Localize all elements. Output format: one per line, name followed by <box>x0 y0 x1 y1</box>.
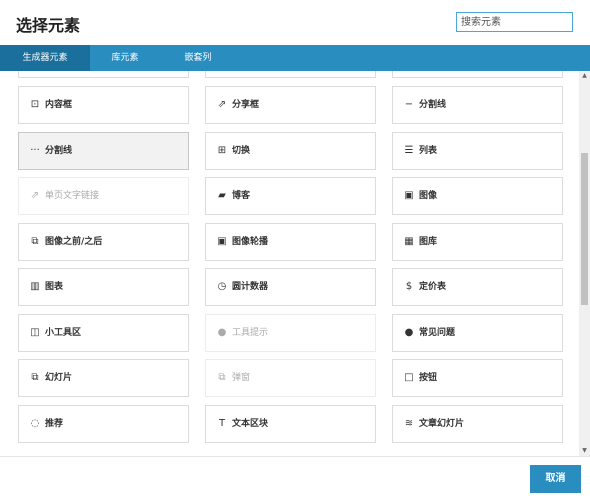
element-label: 文本区块 <box>232 418 269 429</box>
carousel-icon: ▣ <box>217 235 227 247</box>
toggle-icon: ⊞ <box>217 144 227 156</box>
element-label: 定价表 <box>419 282 447 292</box>
scrollbar-thumb[interactable] <box>581 153 588 305</box>
element-card[interactable]: ⇗ 分享框 <box>205 86 376 124</box>
box-icon: ⊡ <box>30 99 40 110</box>
modal-icon: ⧉ <box>218 372 226 383</box>
element-card: ⇗ 单页文字链接 <box>18 177 189 215</box>
element-card[interactable]: ▰ 博客 <box>205 177 376 215</box>
info-circle-icon: ● <box>404 326 414 338</box>
element-card[interactable]: ▣ 图像 <box>392 177 563 215</box>
element-label: 圆计数器 <box>232 282 269 292</box>
partial-card <box>18 71 189 78</box>
element-label: 按钮 <box>419 373 438 383</box>
chart-icon: ▥ <box>30 281 40 292</box>
dialog-title: 选择元素 <box>16 16 81 35</box>
partial-card <box>392 71 563 78</box>
element-grid: ⊡ 内容框 ⇗ 分享框 − 分割线 ··· 分割线 ⊞ 切换 ☰ 列表 ⇗ 单页文字链接 ▰ 博客 ▣ 图像 ⧉ 图像… <box>0 71 590 456</box>
element-card[interactable]: ▥ 图表 <box>18 268 189 306</box>
element-card[interactable]: ◌ 推荐 <box>18 404 189 443</box>
dollar-icon: $ <box>405 281 413 292</box>
element-label: 常见问题 <box>419 327 456 338</box>
search-input[interactable] <box>456 12 573 32</box>
layers-icon: ≋ <box>404 417 414 429</box>
element-card[interactable]: ⊞ 切换 <box>205 131 376 170</box>
element-card[interactable]: ● 常见问题 <box>392 313 563 352</box>
element-label: 分割线 <box>45 145 73 156</box>
element-label: 图库 <box>419 236 438 247</box>
element-label: 文章幻灯片 <box>419 418 465 429</box>
image-icon: ▣ <box>404 190 414 201</box>
element-label: 分割线 <box>419 100 447 110</box>
element-label: 单页文字链接 <box>45 191 100 201</box>
clock-icon: ◷ <box>217 281 227 292</box>
element-card: ⧉ 弹窗 <box>205 359 376 397</box>
share-icon: ⇗ <box>217 99 227 110</box>
element-card: ● 工具提示 <box>205 313 376 352</box>
element-card[interactable]: ⊡ 内容框 <box>18 86 189 124</box>
scroll-down-arrow-icon[interactable]: ▼ <box>579 446 590 456</box>
tab-builder-elements[interactable]: 生成器元素 <box>0 45 90 71</box>
element-label: 图像之前/之后 <box>45 236 103 247</box>
book-icon: ▰ <box>218 190 226 201</box>
tab-library-elements[interactable]: 库元素 <box>90 45 160 71</box>
dots-icon: ··· <box>30 144 40 156</box>
scroll-up-arrow-icon[interactable]: ▲ <box>579 71 590 81</box>
cancel-button[interactable]: 取消 <box>530 465 581 493</box>
element-label: 分享框 <box>232 100 260 110</box>
element-label: 幻灯片 <box>45 373 73 383</box>
list-icon: ☰ <box>404 144 414 156</box>
element-card[interactable]: ⧉ 幻灯片 <box>18 359 189 397</box>
element-label: 工具提示 <box>232 327 269 338</box>
element-card[interactable]: ◫ 小工具区 <box>18 313 189 352</box>
gallery-icon: ▦ <box>404 235 414 247</box>
element-label: 博客 <box>232 191 251 201</box>
tab-bar: 生成器元素 库元素 嵌套列 <box>0 45 590 71</box>
element-label: 推荐 <box>45 418 64 429</box>
element-card[interactable]: − 分割线 <box>392 86 563 124</box>
slides-icon: ⧉ <box>31 372 39 383</box>
dialog-header: 选择元素 <box>0 0 590 45</box>
button-icon: □ <box>404 372 414 383</box>
element-card[interactable]: ⧉ 图像之前/之后 <box>18 222 189 261</box>
element-label: 弹窗 <box>232 373 251 383</box>
element-label: 列表 <box>419 145 438 156</box>
partial-card <box>205 71 376 78</box>
element-card[interactable]: □ 按钮 <box>392 359 563 397</box>
element-card[interactable]: T 文本区块 <box>205 404 376 443</box>
element-label: 切换 <box>232 145 251 156</box>
info-icon: ● <box>217 326 227 338</box>
element-card[interactable]: ▣ 图像轮播 <box>205 222 376 261</box>
columns-icon: ◫ <box>30 326 40 338</box>
minus-icon: − <box>404 99 414 110</box>
text-icon: T <box>218 417 226 429</box>
element-card[interactable]: ☰ 列表 <box>392 131 563 170</box>
tab-nested-columns[interactable]: 嵌套列 <box>160 45 236 71</box>
element-label: 内容框 <box>45 100 73 110</box>
element-label: 图表 <box>45 282 64 292</box>
external-link-icon: ⇗ <box>30 190 40 201</box>
element-label: 图像轮播 <box>232 236 269 247</box>
element-card[interactable]: ≋ 文章幻灯片 <box>392 404 563 443</box>
element-label: 小工具区 <box>45 327 82 338</box>
scrollbar[interactable]: ▲ ▼ <box>579 71 590 456</box>
comment-icon: ◌ <box>30 417 40 429</box>
before-after-icon: ⧉ <box>31 235 39 247</box>
element-card[interactable]: ▦ 图库 <box>392 222 563 261</box>
dialog-footer: 取消 <box>0 456 590 502</box>
element-card[interactable]: ◷ 圆计数器 <box>205 268 376 306</box>
element-label: 图像 <box>419 191 438 201</box>
element-card[interactable]: $ 定价表 <box>392 268 563 306</box>
element-card[interactable]: ··· 分割线 <box>18 131 189 170</box>
